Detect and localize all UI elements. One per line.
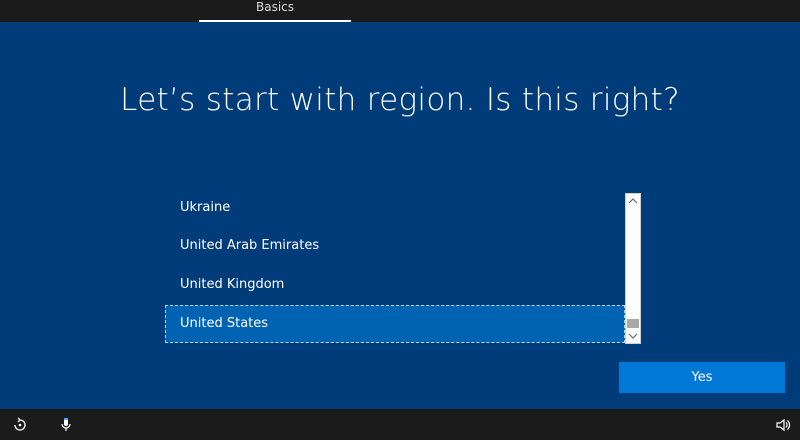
list-item-label: United States: [180, 316, 269, 331]
region-list-scrollbar[interactable]: [625, 193, 641, 344]
scroll-down-arrow-icon[interactable]: [626, 329, 640, 343]
list-item-united-kingdom[interactable]: United Kingdom: [165, 266, 625, 304]
yes-button[interactable]: Yes: [619, 362, 785, 393]
list-item-ukraine[interactable]: Ukraine: [165, 189, 625, 227]
scroll-thumb[interactable]: [627, 319, 639, 328]
top-bar: Basics: [0, 0, 800, 22]
scroll-up-arrow-icon[interactable]: [626, 194, 640, 208]
volume-icon[interactable]: [775, 417, 791, 433]
list-item-label: United Kingdom: [180, 277, 285, 292]
tab-basics-label: Basics: [255, 0, 295, 14]
region-list[interactable]: Ukraine United Arab Emirates United King…: [165, 193, 641, 344]
list-item-label: United Arab Emirates: [180, 238, 320, 253]
microphone-icon[interactable]: [58, 417, 74, 433]
page-title: Let’s start with region. Is this right?: [120, 82, 680, 118]
ease-of-access-icon[interactable]: [12, 417, 28, 433]
tab-basics: Basics: [199, 0, 351, 22]
bottom-bar: [0, 409, 800, 440]
list-item-united-arab-emirates[interactable]: United Arab Emirates: [165, 227, 625, 265]
list-item-united-states[interactable]: United States: [165, 305, 625, 343]
list-item-label: Ukraine: [180, 200, 231, 215]
tab-active-underline: [199, 20, 351, 22]
